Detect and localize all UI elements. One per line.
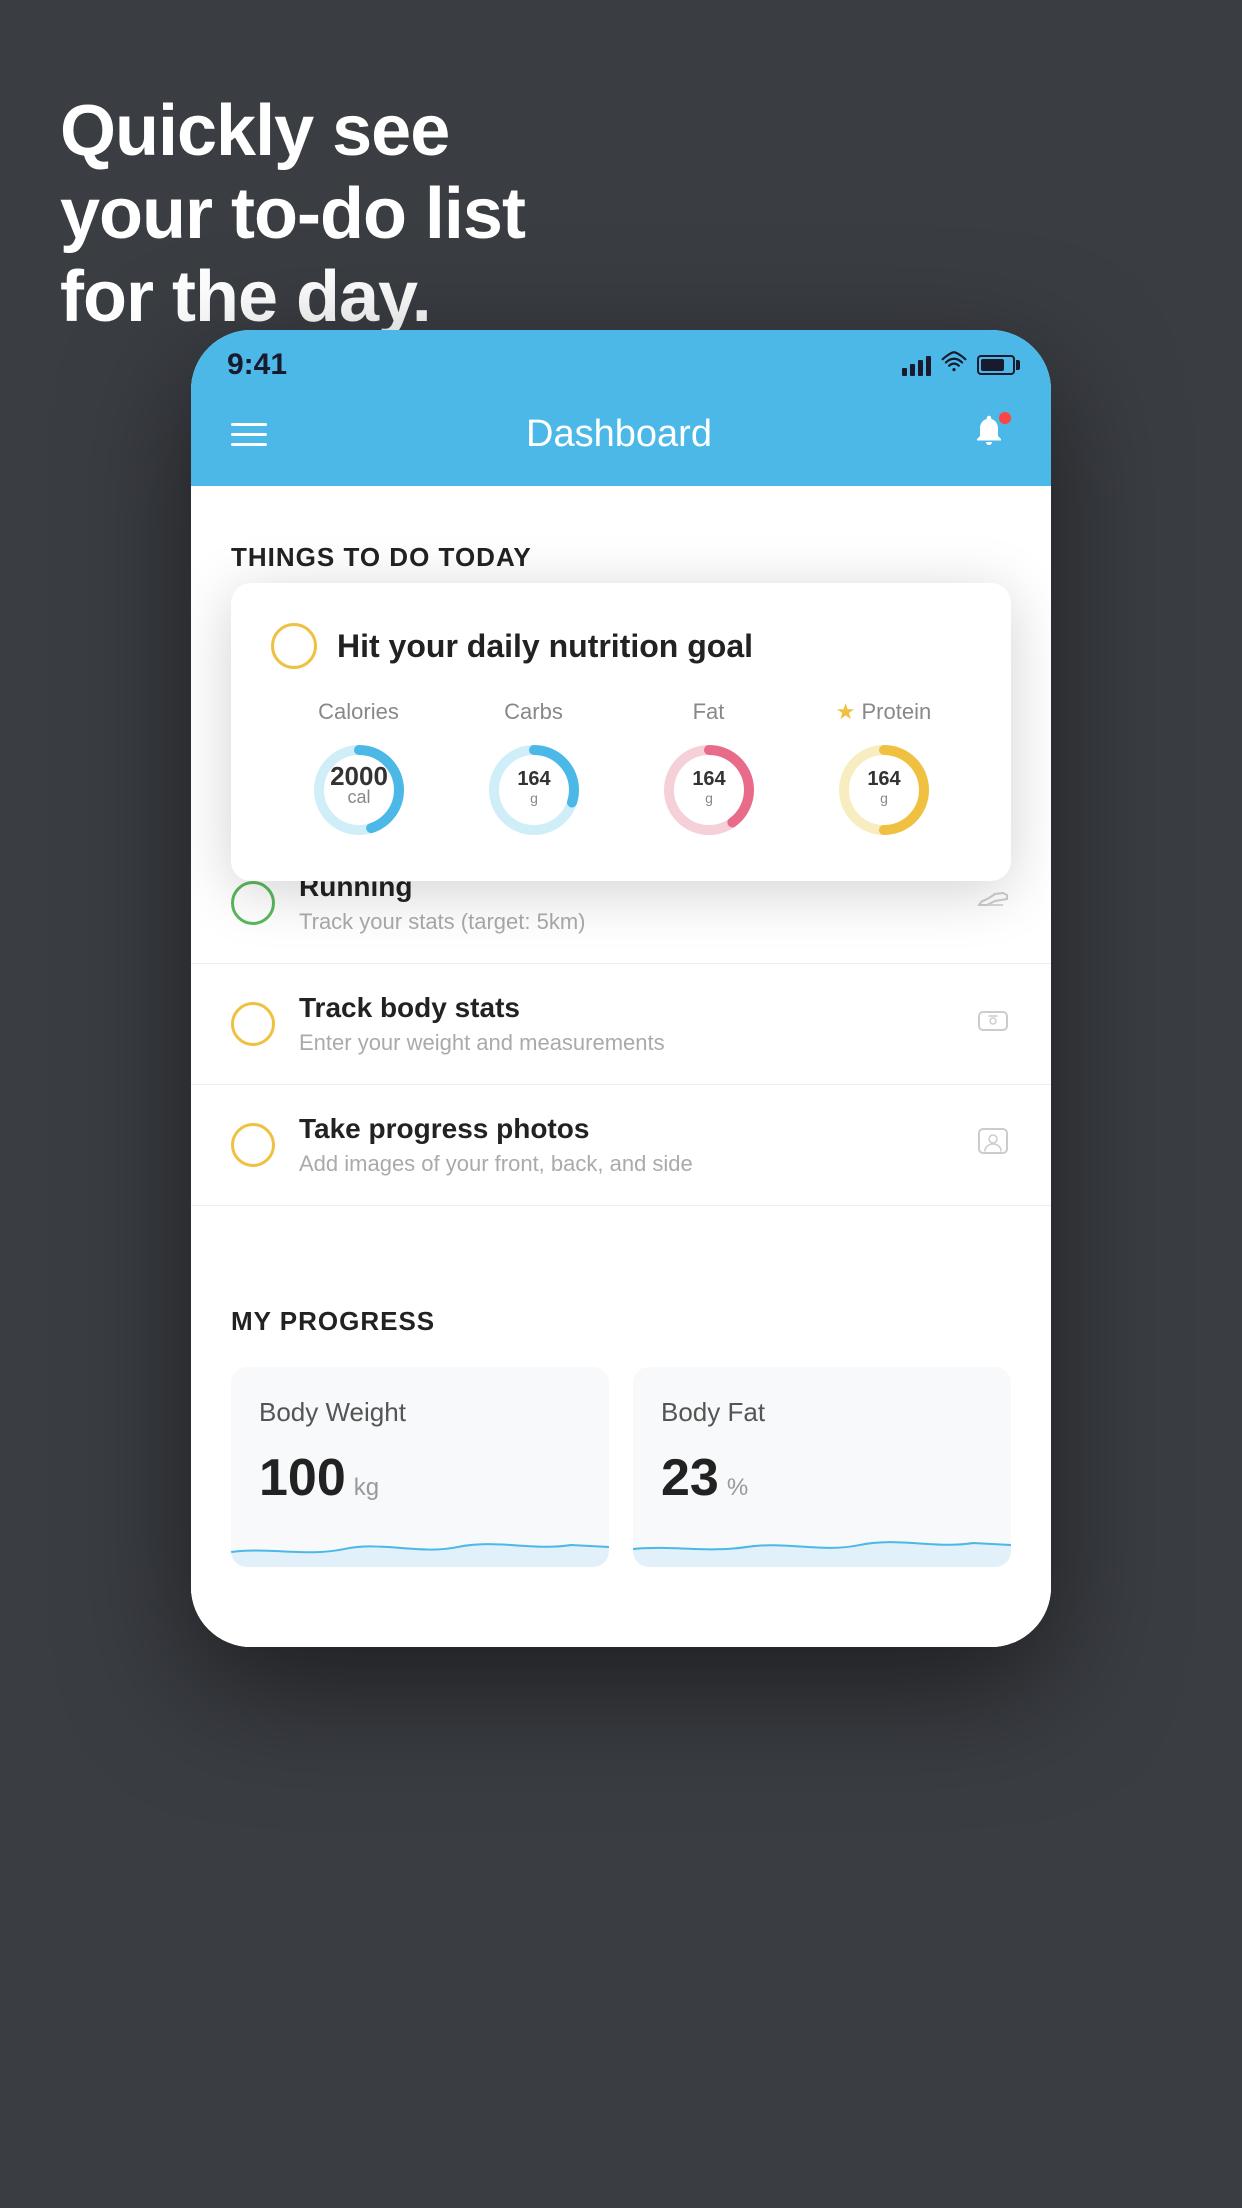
body-stats-title: Track body stats bbox=[299, 992, 951, 1024]
scale-icon bbox=[975, 1002, 1011, 1046]
carbs-ring-item: Carbs 164 g bbox=[479, 699, 589, 845]
body-fat-title: Body Fat bbox=[661, 1397, 983, 1428]
svg-text:g: g bbox=[705, 790, 713, 806]
body-fat-card: Body Fat 23 % bbox=[633, 1367, 1011, 1567]
calories-ring: 2000 cal bbox=[304, 735, 414, 845]
body-weight-value: 100 kg bbox=[259, 1448, 581, 1508]
status-time: 9:41 bbox=[227, 348, 287, 382]
body-weight-unit: kg bbox=[354, 1474, 379, 1502]
protein-ring: 164 g bbox=[829, 735, 939, 845]
things-header: THINGS TO DO TODAY bbox=[191, 506, 1051, 593]
protein-label: ★ Protein bbox=[836, 699, 931, 725]
svg-text:164: 164 bbox=[517, 768, 551, 790]
calories-label: Calories bbox=[318, 699, 399, 725]
todo-item-body-stats[interactable]: Track body stats Enter your weight and m… bbox=[191, 964, 1051, 1085]
hero-line1: Quickly see bbox=[60, 91, 449, 171]
spacer bbox=[191, 1206, 1051, 1256]
photos-check-circle bbox=[231, 1123, 275, 1167]
nutrition-rings: Calories 2000 cal Carbs bbox=[271, 699, 971, 845]
fat-ring-item: Fat 164 g bbox=[654, 699, 764, 845]
body-stats-subtitle: Enter your weight and measurements bbox=[299, 1030, 951, 1056]
phone-mockup: 9:41 bbox=[191, 330, 1051, 1647]
calories-ring-item: Calories 2000 cal bbox=[304, 699, 414, 845]
wifi-icon bbox=[941, 351, 967, 379]
photos-title: Take progress photos bbox=[299, 1113, 951, 1145]
hero-line3: for the day. bbox=[60, 257, 431, 337]
progress-header: MY PROGRESS bbox=[231, 1306, 1011, 1337]
body-weight-card: Body Weight 100 kg bbox=[231, 1367, 609, 1567]
body-fat-unit: % bbox=[727, 1474, 748, 1502]
battery-icon bbox=[977, 355, 1015, 375]
running-check-circle bbox=[231, 881, 275, 925]
bottom-padding bbox=[191, 1607, 1051, 1647]
svg-text:g: g bbox=[880, 790, 888, 806]
menu-button[interactable] bbox=[231, 423, 267, 446]
running-subtitle: Track your stats (target: 5km) bbox=[299, 909, 951, 935]
notification-badge bbox=[999, 412, 1011, 424]
body-weight-wave bbox=[231, 1507, 609, 1567]
nutrition-card-spacer: Hit your daily nutrition goal Calories 2… bbox=[191, 593, 1051, 643]
svg-text:164: 164 bbox=[692, 768, 726, 790]
body-fat-number: 23 bbox=[661, 1448, 719, 1508]
todo-item-photos[interactable]: Take progress photos Add images of your … bbox=[191, 1085, 1051, 1206]
main-content: THINGS TO DO TODAY Hit your daily nutrit… bbox=[191, 486, 1051, 1647]
svg-text:g: g bbox=[530, 790, 538, 806]
progress-cards: Body Weight 100 kg Body Fat bbox=[231, 1367, 1011, 1567]
protein-ring-item: ★ Protein 164 g bbox=[829, 699, 939, 845]
fat-ring: 164 g bbox=[654, 735, 764, 845]
nav-bar: Dashboard bbox=[191, 392, 1051, 486]
body-weight-title: Body Weight bbox=[259, 1397, 581, 1428]
body-stats-text: Track body stats Enter your weight and m… bbox=[299, 992, 951, 1056]
body-fat-value: 23 % bbox=[661, 1448, 983, 1508]
nutrition-check-circle[interactable] bbox=[271, 623, 317, 669]
status-bar: 9:41 bbox=[191, 330, 1051, 392]
body-stats-check-circle bbox=[231, 1002, 275, 1046]
nutrition-card-header: Hit your daily nutrition goal bbox=[271, 623, 971, 669]
star-icon: ★ bbox=[836, 699, 856, 725]
things-header-area: THINGS TO DO TODAY bbox=[191, 486, 1051, 593]
status-icons bbox=[902, 351, 1015, 379]
todo-list: Running Track your stats (target: 5km) T… bbox=[191, 843, 1051, 1206]
nav-title: Dashboard bbox=[526, 413, 712, 456]
notifications-button[interactable] bbox=[971, 412, 1011, 456]
body-weight-number: 100 bbox=[259, 1448, 346, 1508]
carbs-ring: 164 g bbox=[479, 735, 589, 845]
svg-text:164: 164 bbox=[867, 768, 901, 790]
signal-icon bbox=[902, 354, 931, 376]
body-fat-wave bbox=[633, 1507, 1011, 1567]
photos-subtitle: Add images of your front, back, and side bbox=[299, 1151, 951, 1177]
nutrition-card: Hit your daily nutrition goal Calories 2… bbox=[231, 583, 1011, 881]
photos-text: Take progress photos Add images of your … bbox=[299, 1113, 951, 1177]
person-icon bbox=[975, 1123, 1011, 1167]
carbs-label: Carbs bbox=[504, 699, 563, 725]
progress-section: MY PROGRESS Body Weight 100 kg bbox=[191, 1256, 1051, 1607]
svg-text:cal: cal bbox=[347, 787, 370, 807]
fat-label: Fat bbox=[693, 699, 725, 725]
hero-heading: Quickly see your to-do list for the day. bbox=[60, 90, 525, 338]
nutrition-card-title: Hit your daily nutrition goal bbox=[337, 628, 753, 665]
hero-line2: your to-do list bbox=[60, 174, 525, 254]
shoe-icon bbox=[975, 881, 1011, 925]
